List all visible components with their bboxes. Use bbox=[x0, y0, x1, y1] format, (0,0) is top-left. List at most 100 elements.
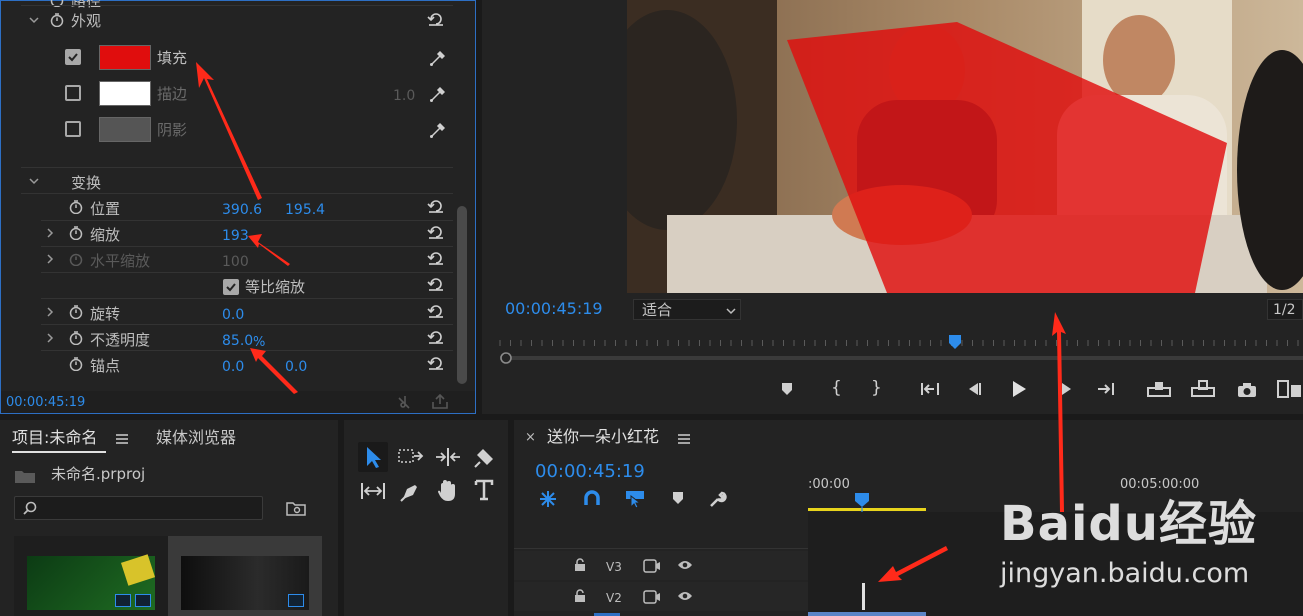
wrench-icon[interactable] bbox=[709, 490, 727, 508]
shadow-checkbox[interactable] bbox=[65, 121, 81, 137]
uniform-scale-label: 等比缩放 bbox=[245, 278, 306, 296]
program-time-ruler[interactable] bbox=[482, 334, 1303, 364]
stopwatch-icon[interactable] bbox=[69, 357, 83, 371]
chevron-right-icon[interactable] bbox=[45, 254, 55, 264]
reset-icon[interactable] bbox=[427, 225, 445, 239]
resolution-dropdown[interactable]: 1/2 bbox=[1267, 299, 1303, 320]
go-to-out-icon[interactable] bbox=[1095, 381, 1115, 397]
position-x-value[interactable]: 390.6 bbox=[222, 201, 262, 219]
tab-project[interactable]: 项目:未命名 bbox=[12, 429, 97, 447]
rotation-value[interactable]: 0.0 bbox=[222, 306, 244, 324]
anchor-x-value[interactable]: 0.0 bbox=[222, 358, 244, 376]
video-clip[interactable] bbox=[808, 612, 926, 616]
extract-icon[interactable] bbox=[1191, 380, 1215, 398]
timeline-timecode[interactable]: 00:00:45:19 bbox=[535, 463, 645, 481]
mark-in-icon[interactable]: { bbox=[831, 379, 842, 397]
stopwatch-icon bbox=[69, 252, 83, 266]
razor-tool-icon[interactable] bbox=[473, 447, 495, 469]
graphic-clip[interactable] bbox=[862, 583, 865, 610]
stopwatch-icon[interactable] bbox=[69, 200, 83, 214]
chevron-right-icon[interactable] bbox=[45, 333, 55, 343]
ripple-edit-tool-icon[interactable] bbox=[435, 447, 461, 467]
lift-icon[interactable] bbox=[1147, 380, 1171, 398]
eyedropper-icon[interactable] bbox=[429, 49, 445, 67]
add-marker-icon[interactable] bbox=[672, 491, 684, 505]
menu-icon[interactable] bbox=[116, 433, 128, 445]
reset-icon[interactable] bbox=[427, 277, 445, 291]
play-icon[interactable] bbox=[1011, 380, 1027, 398]
pen-tool-icon[interactable] bbox=[399, 481, 421, 503]
track-name-v3[interactable]: V3 bbox=[606, 558, 622, 576]
program-playhead[interactable] bbox=[947, 334, 963, 350]
add-marker-icon[interactable] bbox=[780, 382, 794, 396]
scale-width-value: 100 bbox=[222, 254, 249, 270]
slip-tool-icon[interactable] bbox=[360, 481, 386, 501]
track-name-v2[interactable]: V2 bbox=[606, 589, 622, 607]
mark-out-icon[interactable]: } bbox=[871, 379, 882, 397]
chevron-down-icon[interactable] bbox=[29, 15, 39, 25]
stopwatch-icon[interactable] bbox=[50, 13, 64, 27]
eyedropper-icon[interactable] bbox=[429, 85, 445, 103]
camera-icon[interactable] bbox=[1237, 382, 1257, 398]
fit-dropdown[interactable]: 适合 bbox=[633, 299, 741, 320]
eyedropper-icon[interactable] bbox=[429, 121, 445, 139]
compare-view-icon[interactable] bbox=[1277, 380, 1303, 398]
position-y-value[interactable]: 195.4 bbox=[285, 201, 325, 219]
stopwatch-icon[interactable] bbox=[69, 331, 83, 345]
video-preview[interactable] bbox=[627, 0, 1303, 293]
sequence-badge-icon bbox=[288, 594, 304, 607]
linked-selection-icon[interactable] bbox=[625, 490, 645, 508]
scale-value[interactable]: 193 bbox=[222, 227, 249, 245]
close-icon[interactable]: × bbox=[525, 429, 536, 447]
uniform-scale-checkbox[interactable] bbox=[223, 279, 239, 295]
reset-icon[interactable] bbox=[427, 199, 445, 213]
reset-icon[interactable] bbox=[427, 304, 445, 318]
nest-icon[interactable] bbox=[539, 490, 557, 508]
reset-icon[interactable] bbox=[427, 330, 445, 344]
step-back-icon[interactable] bbox=[966, 382, 982, 396]
fill-checkbox[interactable] bbox=[65, 49, 81, 65]
search-icon bbox=[23, 501, 37, 515]
eye-icon[interactable] bbox=[677, 590, 693, 602]
opacity-value[interactable]: 85.0 bbox=[222, 332, 253, 350]
find-bin-icon[interactable] bbox=[286, 500, 306, 516]
anchor-y-value[interactable]: 0.0 bbox=[285, 358, 307, 376]
stopwatch-icon[interactable] bbox=[69, 226, 83, 240]
media-thumbnail[interactable] bbox=[168, 536, 322, 616]
program-timecode[interactable]: 00:00:45:19 bbox=[505, 300, 603, 318]
media-thumbnail[interactable] bbox=[14, 536, 168, 616]
selection-tool-icon[interactable] bbox=[358, 442, 388, 472]
stroke-width-value[interactable]: 1.0 bbox=[393, 87, 415, 105]
track-select-tool-icon[interactable] bbox=[398, 447, 424, 467]
lock-icon[interactable] bbox=[574, 558, 586, 572]
hand-tool-icon[interactable] bbox=[436, 479, 458, 503]
step-forward-icon[interactable] bbox=[1058, 382, 1074, 396]
reset-icon[interactable] bbox=[427, 12, 445, 26]
snap-icon[interactable] bbox=[583, 490, 601, 508]
audio-icon[interactable] bbox=[397, 394, 415, 410]
effect-controls-scrollbar[interactable] bbox=[457, 206, 467, 384]
chevron-down-icon[interactable] bbox=[29, 176, 39, 186]
shadow-color-swatch[interactable] bbox=[99, 117, 151, 142]
sync-lock-icon[interactable] bbox=[643, 590, 661, 604]
lock-icon[interactable] bbox=[574, 589, 586, 603]
tab-media-browser[interactable]: 媒体浏览器 bbox=[156, 429, 236, 447]
eye-icon[interactable] bbox=[677, 559, 693, 571]
menu-icon[interactable] bbox=[678, 433, 690, 445]
fill-color-swatch[interactable] bbox=[99, 45, 151, 70]
fill-label: 填充 bbox=[157, 49, 188, 67]
stroke-color-swatch[interactable] bbox=[99, 81, 151, 106]
chevron-right-icon[interactable] bbox=[45, 228, 55, 238]
export-icon[interactable] bbox=[431, 394, 449, 410]
reset-icon[interactable] bbox=[427, 356, 445, 370]
stopwatch-icon[interactable] bbox=[69, 305, 83, 319]
sequence-tab[interactable]: 送你一朵小红花 bbox=[547, 428, 659, 446]
chevron-right-icon[interactable] bbox=[45, 307, 55, 317]
reset-icon[interactable] bbox=[427, 251, 445, 265]
search-input[interactable] bbox=[14, 496, 263, 520]
stroke-checkbox[interactable] bbox=[65, 85, 81, 101]
effect-controls-timecode[interactable]: 00:00:45:19 bbox=[6, 394, 85, 412]
type-tool-icon[interactable] bbox=[474, 479, 494, 501]
go-to-in-icon[interactable] bbox=[920, 381, 940, 397]
sync-lock-icon[interactable] bbox=[643, 559, 661, 573]
